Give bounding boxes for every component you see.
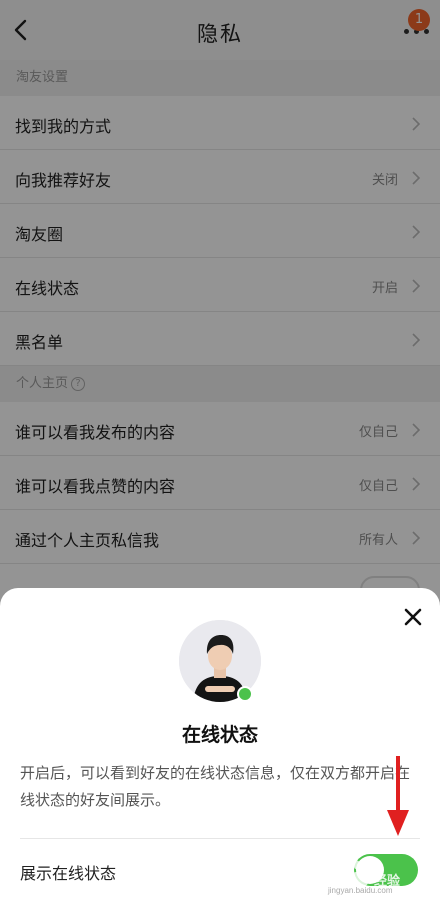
show-online-status-toggle[interactable]: [354, 854, 418, 886]
annotation-arrow-icon: [386, 756, 410, 836]
toggle-knob: [356, 856, 384, 884]
sheet-description: 开启后，可以看到好友的在线状态信息，仅在双方都开启在线状态的好友间展示。: [20, 764, 411, 809]
divider: [20, 838, 420, 839]
online-status-sheet: 在线状态 开启后，可以看到好友的在线状态信息，仅在双方都开启在线状态的好友间展示…: [0, 588, 440, 902]
show-online-status-label: 展示在线状态: [20, 864, 117, 883]
sheet-title: 在线状态: [181, 724, 258, 746]
online-indicator: [237, 686, 253, 702]
close-icon[interactable]: [402, 606, 424, 628]
